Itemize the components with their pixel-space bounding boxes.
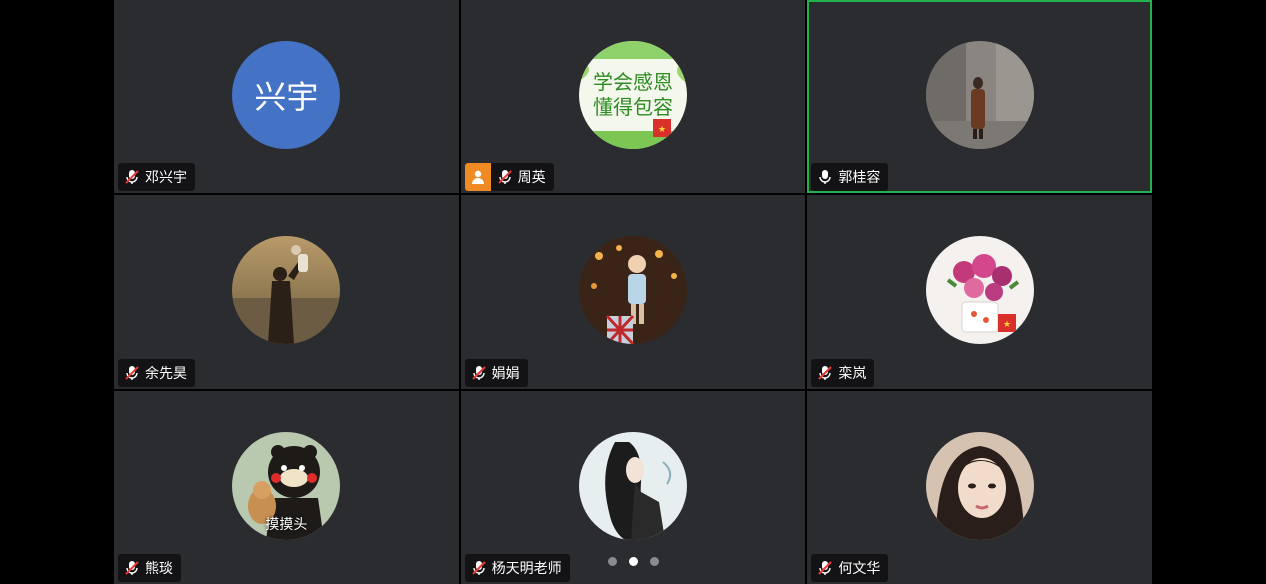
participant-nametag: 周英 [464, 163, 554, 192]
participant-tile[interactable]: 摸摸头 熊琰 [114, 390, 459, 584]
svg-text:★: ★ [1003, 320, 1011, 330]
avatar [925, 431, 1034, 540]
participant-nametag: 何文华 [811, 553, 889, 582]
participant-nametag: 杨天明老师 [464, 553, 570, 582]
mic-muted-icon [818, 560, 833, 575]
participant-tile[interactable]: ★ 栾岚 [807, 195, 1152, 389]
participant-tile[interactable]: ★ 学会感恩 懂得包容 周英 [460, 0, 806, 194]
mic-muted-icon [471, 560, 486, 575]
avatar: 兴宇 [232, 41, 341, 149]
avatar-line: 懂得包容 [592, 95, 673, 119]
avatar [232, 236, 341, 345]
participant-nametag: 熊琰 [118, 553, 181, 582]
avatar: ★ [925, 236, 1034, 345]
mic-icon [819, 170, 832, 185]
participant-nametag: 栾岚 [811, 358, 875, 387]
participant-name: 栾岚 [838, 365, 867, 382]
avatar [925, 41, 1034, 149]
participant-nametag: 娟娟 [464, 358, 528, 387]
participant-tile[interactable]: 娟娟 [460, 195, 806, 389]
mic-muted-icon [125, 365, 139, 380]
participant-name: 杨天明老师 [491, 560, 562, 577]
avatar-initials: 兴宇 [254, 78, 319, 116]
participant-tile[interactable]: 兴宇 邓兴宇 [114, 0, 459, 194]
mic-muted-icon [125, 560, 139, 575]
mic-muted-icon [497, 170, 512, 185]
avatar: ★ 学会感恩 懂得包容 [578, 41, 687, 149]
participant-name: 邓兴宇 [145, 170, 187, 187]
host-icon [464, 163, 491, 192]
participant-nametag: 余先昊 [118, 358, 195, 387]
avatar: 摸摸头 [232, 431, 341, 540]
avatar-caption: 摸摸头 [265, 516, 308, 533]
participant-tile[interactable]: 杨天明老师 [460, 390, 806, 584]
participant-name: 余先昊 [145, 365, 187, 382]
mic-muted-icon [125, 170, 139, 185]
participant-name: 何文华 [838, 560, 881, 577]
participant-name: 娟娟 [491, 365, 520, 382]
avatar-text: 学会感恩 懂得包容 [579, 41, 687, 149]
participant-nametag: 邓兴宇 [118, 163, 195, 192]
participant-tile-active-speaker[interactable]: 郭桂容 [807, 0, 1152, 194]
avatar [578, 431, 687, 540]
mic-muted-icon [818, 365, 833, 380]
video-grid: 兴宇 邓兴宇 ★ 学会感恩 懂得包容 周英 郭桂容 余先昊 娟娟 ★ 栾岚 摸摸… [114, 0, 1152, 584]
mic-muted-icon [471, 365, 486, 380]
participant-name: 郭桂容 [838, 170, 881, 187]
participant-tile[interactable]: 余先昊 [114, 195, 459, 389]
avatar [578, 236, 687, 345]
participant-name: 周英 [517, 170, 546, 187]
participant-name: 熊琰 [145, 560, 173, 577]
participant-nametag: 郭桂容 [811, 163, 889, 192]
participant-tile[interactable]: 何文华 [807, 390, 1152, 584]
avatar-line: 学会感恩 [592, 70, 673, 94]
